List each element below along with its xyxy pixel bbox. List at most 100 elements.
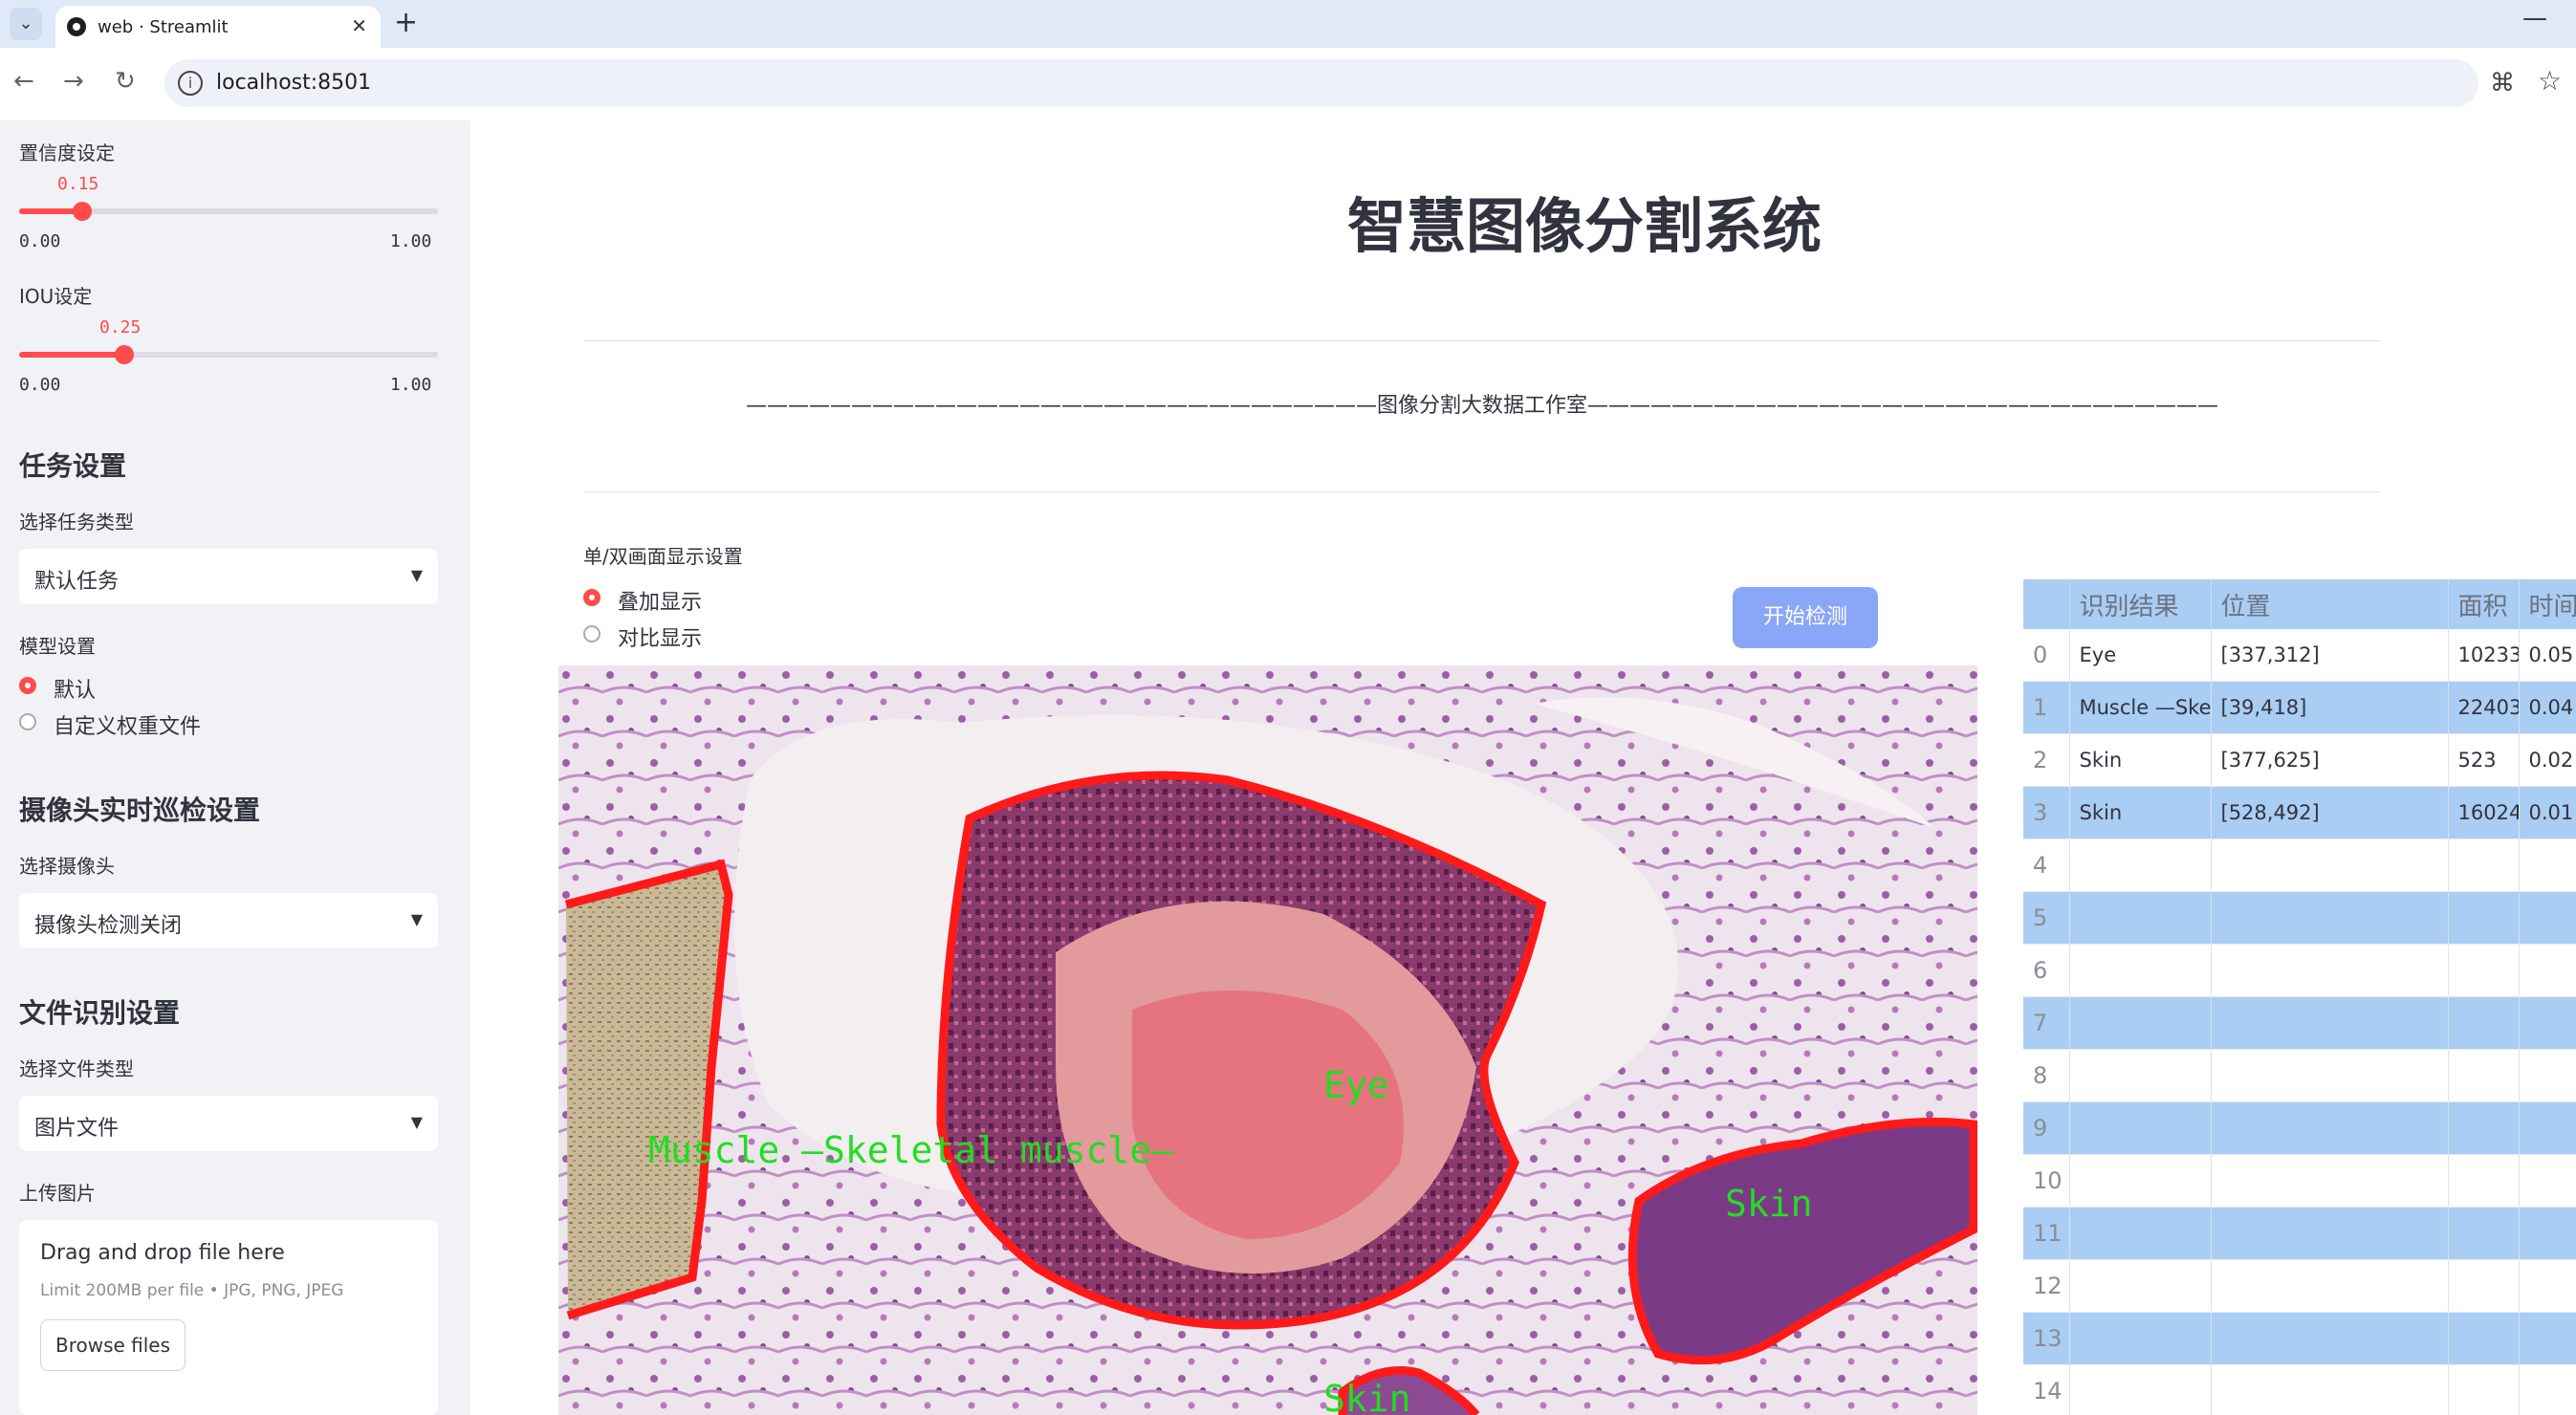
cell-position [2211, 1364, 2449, 1415]
radio-selected-icon [583, 589, 600, 606]
iou-value: 0.25 [99, 317, 142, 337]
sidebar: 置信度设定 0.15 0.00 1.00 IOU设定 0.25 0.00 1.0… [0, 120, 470, 1415]
cell-time [2519, 1312, 2576, 1365]
translate-icon[interactable]: ⌘ [2490, 69, 2515, 98]
cell-area [2448, 996, 2520, 1050]
url-field[interactable]: i localhost:8501 [164, 59, 2478, 107]
table-row[interactable]: 14 [2023, 1364, 2576, 1415]
chevron-down-icon: ▼ [410, 566, 423, 584]
back-arrow-icon[interactable]: ← [13, 67, 34, 96]
cell-position: [528,492] [2211, 786, 2449, 839]
cell-result [2069, 1364, 2212, 1415]
cell-time [2519, 996, 2576, 1050]
cell-time [2519, 838, 2576, 892]
cell-index: 9 [2023, 1101, 2070, 1155]
cell-time: 0.05 [2519, 629, 2576, 682]
table-row[interactable]: 4 [2023, 838, 2576, 892]
cell-result [2069, 1101, 2212, 1155]
cell-time [2519, 1207, 2576, 1260]
main-content: 智慧图像分割系统 ——————————————————————————————图… [470, 120, 2576, 1415]
cell-position [2211, 944, 2449, 997]
cell-position [2211, 1207, 2449, 1260]
iou-slider[interactable] [19, 345, 438, 364]
table-row[interactable]: 10 [2023, 1154, 2576, 1208]
start-detection-button[interactable]: 开始检测 [1733, 587, 1878, 648]
display-option-overlay: 叠加显示 [618, 591, 703, 615]
chevron-down-icon: ▼ [410, 1113, 423, 1131]
table-row[interactable]: 2 Skin [377,625] 523 0.02 [2023, 733, 2576, 787]
col-header-index[interactable] [2023, 579, 2070, 629]
dropzone-title: Drag and drop file here [40, 1241, 285, 1265]
page-title: 智慧图像分割系统 [1346, 191, 1822, 261]
forward-arrow-icon[interactable]: → [63, 67, 84, 96]
tab-search-chevron-icon[interactable]: ⌄ [10, 8, 42, 40]
bookmark-star-icon[interactable]: ☆ [2538, 65, 2562, 97]
confidence-slider[interactable] [19, 202, 438, 221]
table-row[interactable]: 1Muscle —Skeletal muscle—[39,418]224030.… [2023, 681, 2576, 734]
file-type-label: 选择文件类型 [19, 1057, 134, 1080]
site-info-icon[interactable]: i [178, 71, 203, 96]
cell-time [2519, 1259, 2576, 1313]
table-row[interactable]: 5 [2023, 891, 2576, 945]
cell-time [2519, 1049, 2576, 1102]
table-row[interactable]: 11 [2023, 1207, 2576, 1260]
task-label: 选择任务类型 [19, 511, 134, 533]
url-text[interactable]: localhost:8501 [216, 71, 371, 95]
cell-result [2069, 944, 2212, 997]
confidence-slider-thumb[interactable] [72, 202, 92, 221]
table-header-row: 识别结果 位置 面积 时间 [2023, 579, 2576, 629]
file-dropzone[interactable]: Drag and drop file here Limit 200MB per … [19, 1220, 438, 1415]
address-bar: ← → ↻ i localhost:8501 ⌘ ☆ [0, 48, 2576, 121]
cell-time: 0.02 [2519, 733, 2576, 787]
model-option-default: 默认 [54, 679, 97, 703]
file-type-select[interactable]: 图片文件 ▼ [19, 1096, 438, 1151]
task-select[interactable]: 默认任务 ▼ [19, 549, 438, 604]
cell-time: 0.04 [2519, 681, 2576, 734]
divider [583, 491, 2381, 492]
table-row[interactable]: 13 [2023, 1312, 2576, 1365]
dropzone-limit: Limit 200MB per file • JPG, PNG, JPEG [40, 1281, 344, 1300]
col-header-time[interactable]: 时间 [2519, 579, 2576, 629]
cell-time [2519, 1101, 2576, 1155]
reload-icon[interactable]: ↻ [115, 67, 136, 96]
cell-position [2211, 1049, 2449, 1102]
results-table: 识别结果 位置 面积 时间 0Eye[337,312]1023340.051Mu… [2023, 579, 2576, 1415]
cell-index: 2 [2023, 733, 2070, 787]
col-header-area[interactable]: 面积 [2448, 579, 2520, 629]
minimize-window-icon[interactable]: — [2522, 4, 2547, 33]
camera-label: 选择摄像头 [19, 855, 115, 878]
browser-tab-bar: ⌄ web · Streamlit ✕ + — [0, 0, 2576, 48]
studio-banner: ——————————————————————————————图像分割大数据工作室… [745, 394, 2218, 418]
table-row[interactable]: 9 [2023, 1101, 2576, 1155]
table-row[interactable]: 0Eye[337,312]1023340.05 [2023, 629, 2576, 682]
browser-tab[interactable]: web · Streamlit ✕ [55, 6, 381, 48]
streamlit-favicon-icon [67, 17, 86, 36]
camera-select[interactable]: 摄像头检测关闭 ▼ [19, 893, 438, 948]
iou-slider-thumb[interactable] [114, 345, 134, 364]
table-row[interactable]: 8 [2023, 1049, 2576, 1102]
cell-index: 3 [2023, 786, 2070, 839]
cell-result: Skin [2069, 786, 2212, 839]
cell-index: 5 [2023, 891, 2070, 945]
cell-area [2448, 1259, 2520, 1313]
table-row[interactable]: 7 [2023, 996, 2576, 1050]
cell-area: 523 [2448, 733, 2520, 787]
model-label: 模型设置 [19, 635, 96, 658]
cell-area: 22403 [2448, 681, 2520, 734]
close-tab-icon[interactable]: ✕ [351, 14, 367, 37]
overlay-label-skin-2: Skin [1323, 1378, 1411, 1415]
cell-position: [39,418] [2211, 681, 2449, 734]
new-tab-plus-icon[interactable]: + [394, 6, 418, 39]
cell-position [2211, 996, 2449, 1050]
col-header-result[interactable]: 识别结果 [2069, 579, 2212, 629]
col-header-position[interactable]: 位置 [2211, 579, 2449, 629]
results-table-container[interactable]: 识别结果 位置 面积 时间 0Eye[337,312]1023340.051Mu… [2023, 579, 2576, 1415]
browse-files-button[interactable]: Browse files [40, 1319, 186, 1371]
cell-index: 4 [2023, 838, 2070, 892]
iou-label: IOU设定 [19, 285, 93, 308]
table-row[interactable]: 12 [2023, 1259, 2576, 1313]
table-row[interactable]: 6 [2023, 944, 2576, 997]
cell-time [2519, 944, 2576, 997]
table-row[interactable]: 3 Skin [528,492] 16024 0.01 [2023, 786, 2576, 839]
overlay-label-eye: Eye [1323, 1064, 1389, 1106]
